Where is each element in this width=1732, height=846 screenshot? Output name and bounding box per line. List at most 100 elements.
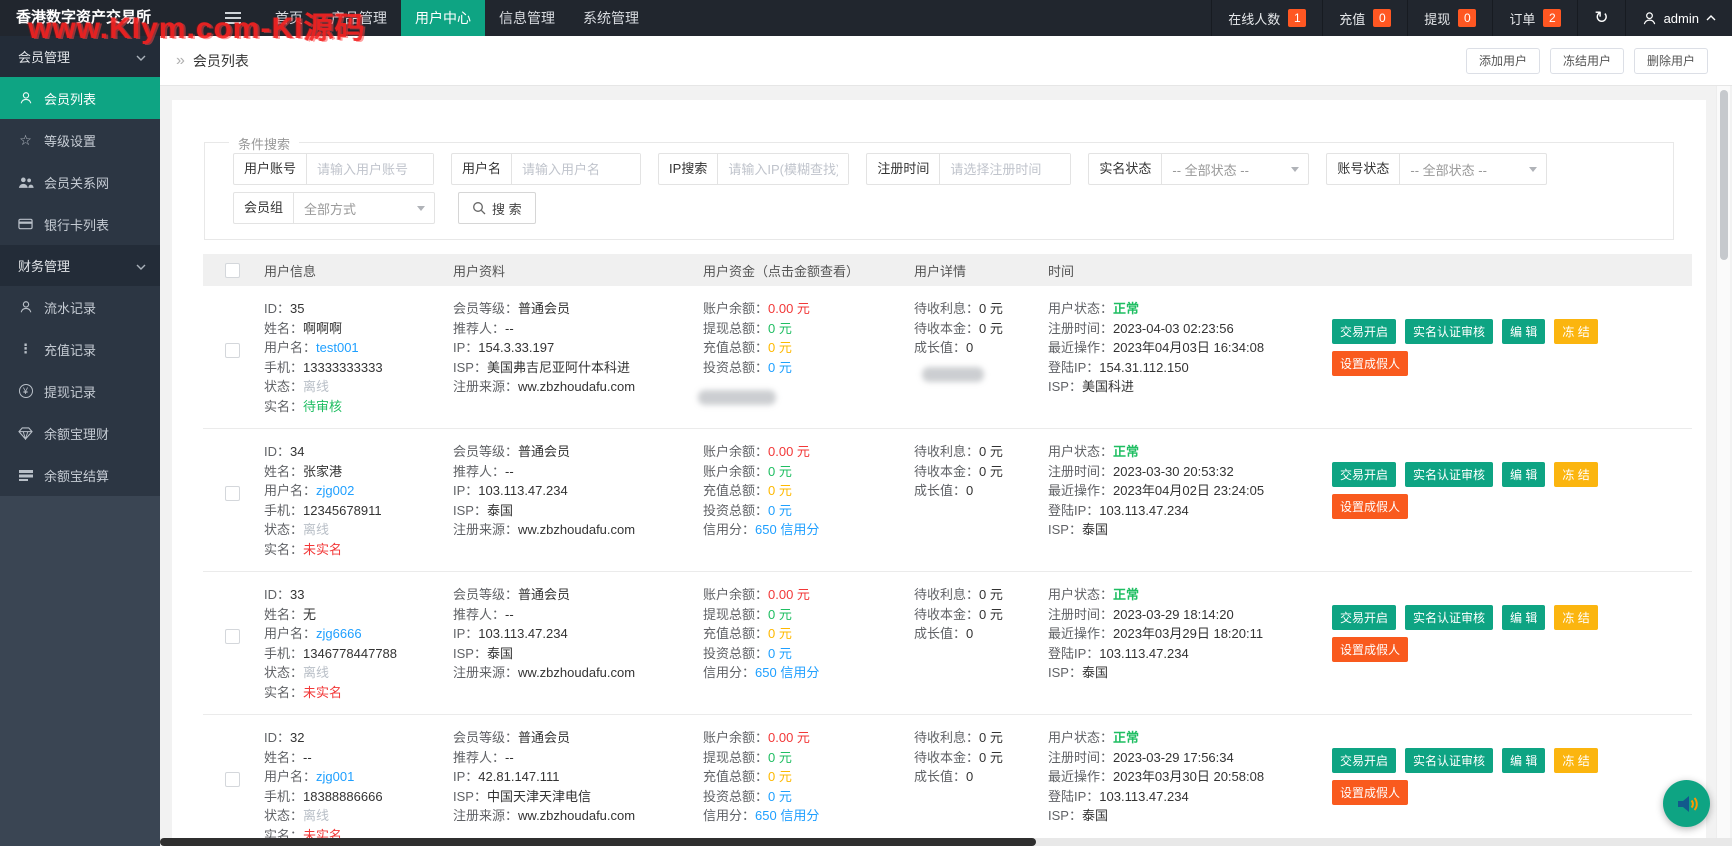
row-checkbox[interactable] xyxy=(225,772,240,787)
field-value[interactable]: 650 信用分 xyxy=(755,665,819,680)
sidebar-item[interactable]: ¥ 提现记录 xyxy=(0,370,160,412)
filter-select[interactable]: 全部方式 xyxy=(294,193,434,223)
filter-select[interactable]: -- 全部状态 -- xyxy=(1400,154,1546,184)
row-action-button[interactable]: 设置成假人 xyxy=(1332,351,1409,376)
topbar-stat[interactable]: 订单 2 xyxy=(1492,0,1577,36)
sidebar-group-title[interactable]: 会员管理 xyxy=(0,36,160,77)
sidebar-item[interactable]: 流水记录 xyxy=(0,286,160,328)
filter-select[interactable]: -- 全部状态 -- xyxy=(1162,154,1308,184)
field-value[interactable]: 0 元 xyxy=(768,340,792,355)
vertical-scrollbar[interactable] xyxy=(1716,86,1730,838)
menu-toggle-icon[interactable] xyxy=(205,0,261,36)
topbar-stat[interactable]: 在线人数 1 xyxy=(1211,0,1322,36)
sidebar-item[interactable]: ⋮ 充值记录 xyxy=(0,328,160,370)
row-action-button[interactable]: 编 辑 xyxy=(1502,605,1546,630)
row-action-button[interactable]: 实名认证审核 xyxy=(1405,605,1494,630)
page-action-button[interactable]: 添加用户 xyxy=(1465,47,1540,74)
horizontal-scrollbar-thumb[interactable] xyxy=(160,838,1036,846)
field-value[interactable]: zjg6666 xyxy=(316,626,362,641)
row-action-button[interactable]: 编 辑 xyxy=(1502,462,1546,487)
sidebar-item[interactable]: 会员关系网 xyxy=(0,161,160,203)
field-label: IP： xyxy=(453,340,479,355)
row-action-button[interactable]: 冻 结 xyxy=(1554,748,1598,773)
sidebar-item[interactable]: 会员列表 xyxy=(0,77,160,119)
row-action-button[interactable]: 设置成假人 xyxy=(1332,637,1409,662)
row-action-button[interactable]: 编 辑 xyxy=(1502,319,1546,344)
sidebar-item[interactable]: 银行卡列表 xyxy=(0,203,160,245)
field-value[interactable]: 0 元 xyxy=(768,769,792,784)
field-value[interactable]: zjg002 xyxy=(316,483,354,498)
row-action-button[interactable]: 交易开启 xyxy=(1332,462,1397,487)
field-value[interactable]: 650 信用分 xyxy=(755,522,819,537)
row-action-button[interactable]: 实名认证审核 xyxy=(1405,748,1494,773)
field-value[interactable]: 0 元 xyxy=(768,607,792,622)
table-cell: 待收利息：0 元待收本金：0 元成长值：0 xyxy=(914,585,1048,702)
field-value[interactable]: 0 元 xyxy=(768,503,792,518)
nav-item[interactable]: 产品管理 xyxy=(317,0,401,36)
field-value[interactable]: 0 元 xyxy=(768,464,792,479)
row-checkbox[interactable] xyxy=(225,343,240,358)
row-action-button[interactable]: 设置成假人 xyxy=(1332,780,1409,805)
sidebar-item[interactable]: 余额宝结算 xyxy=(0,454,160,496)
filter-input[interactable] xyxy=(718,154,849,184)
field-value[interactable]: 650 信用分 xyxy=(755,808,819,823)
refresh-button[interactable]: ↻ xyxy=(1577,0,1624,36)
floating-audio-button[interactable] xyxy=(1663,780,1710,827)
field-label: 注册来源： xyxy=(453,379,519,394)
row-action-button[interactable]: 冻 结 xyxy=(1554,605,1598,630)
row-checkbox[interactable] xyxy=(225,486,240,501)
field-value[interactable]: 0.00 元 xyxy=(768,730,810,745)
row-action-button[interactable]: 冻 结 xyxy=(1554,319,1598,344)
field-value: 103.113.47.234 xyxy=(1099,502,1189,518)
row-action-button[interactable]: 编 辑 xyxy=(1502,748,1546,773)
field-label: ISP： xyxy=(453,359,487,375)
row-checkbox[interactable] xyxy=(225,629,240,644)
filter-input[interactable] xyxy=(307,154,434,184)
row-actions-line: 设置成假人 xyxy=(1332,351,1692,376)
row-action-button[interactable]: 交易开启 xyxy=(1332,319,1397,344)
sidebar-group-title[interactable]: 财务管理 xyxy=(0,245,160,286)
page-action-button[interactable]: 冻结用户 xyxy=(1549,47,1624,74)
page-action-button[interactable]: 删除用户 xyxy=(1633,47,1708,74)
row-action-button[interactable]: 实名认证审核 xyxy=(1405,319,1494,344)
select-all-checkbox[interactable] xyxy=(225,262,240,278)
sidebar-item[interactable]: 余额宝理财 xyxy=(0,412,160,454)
field-value: ww.zbzhoudafu.com xyxy=(518,522,636,537)
topbar-stat[interactable]: 提现 0 xyxy=(1407,0,1492,36)
field-value[interactable]: 0 元 xyxy=(768,626,792,641)
row-action-button[interactable]: 交易开启 xyxy=(1332,605,1397,630)
field-value[interactable]: zjg001 xyxy=(316,769,354,784)
field-value: 普通会员 xyxy=(518,587,571,602)
row-action-button[interactable]: 交易开启 xyxy=(1332,748,1397,773)
field-value[interactable]: 0.00 元 xyxy=(768,444,810,459)
user-menu[interactable]: admin xyxy=(1624,0,1732,36)
search-button[interactable]: 搜 索 xyxy=(458,192,536,224)
nav-item[interactable]: 用户中心 xyxy=(401,0,485,36)
filter-input[interactable] xyxy=(512,154,641,184)
field-value[interactable]: 0 元 xyxy=(768,646,792,661)
nav-item[interactable]: 首页 xyxy=(261,0,317,36)
table-cell: 待收利息：0 元待收本金：0 元成长值：0 xyxy=(914,299,1048,416)
field-value[interactable]: test001 xyxy=(316,340,359,355)
field-value[interactable]: 0 元 xyxy=(768,789,792,804)
field-value[interactable]: 0 元 xyxy=(768,360,792,375)
horizontal-scrollbar[interactable] xyxy=(160,838,1732,846)
nav-item[interactable]: 系统管理 xyxy=(569,0,653,36)
field-label: 推荐人： xyxy=(453,320,506,336)
table-cell: ID：35 姓名：啊啊啊 用户名：test001 手机：13333333333 状态：离… xyxy=(264,299,453,416)
field-value[interactable]: 0.00 元 xyxy=(768,301,810,316)
nav-item[interactable]: 信息管理 xyxy=(485,0,569,36)
vertical-scrollbar-thumb[interactable] xyxy=(1719,90,1728,260)
field-line: ISP：泰国 xyxy=(453,501,693,521)
row-action-button[interactable]: 冻 结 xyxy=(1554,462,1598,487)
sidebar-item[interactable]: ☆ 等级设置 xyxy=(0,119,160,161)
field-line: 注册时间：2023-03-29 17:56:34 xyxy=(1048,748,1322,768)
filter-input[interactable] xyxy=(940,154,1071,184)
row-action-button[interactable]: 设置成假人 xyxy=(1332,494,1409,519)
field-value[interactable]: 0 元 xyxy=(768,483,792,498)
row-action-button[interactable]: 实名认证审核 xyxy=(1405,462,1494,487)
field-value[interactable]: 0 元 xyxy=(768,321,792,336)
topbar-stat[interactable]: 充值 0 xyxy=(1322,0,1407,36)
field-value[interactable]: 0 元 xyxy=(768,750,792,765)
field-value[interactable]: 0.00 元 xyxy=(768,587,810,602)
